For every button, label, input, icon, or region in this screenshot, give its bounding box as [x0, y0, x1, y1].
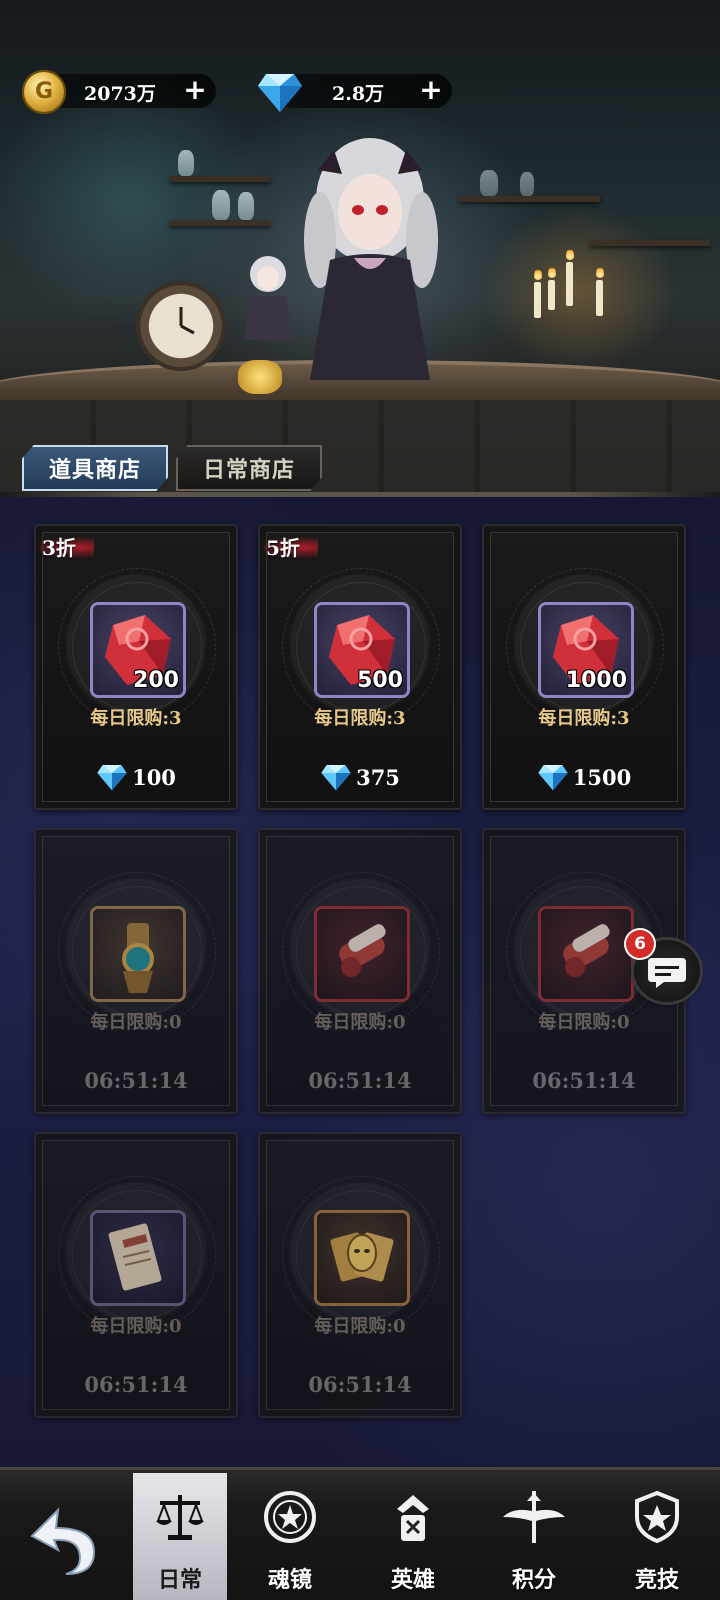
- shopkeeper-character: [304, 138, 438, 380]
- item-slot: 1000: [538, 602, 634, 698]
- refresh-timer: 06:51:14: [532, 1068, 636, 1093]
- gold-currency-bar: 2073万 +: [40, 74, 216, 108]
- price-button[interactable]: 375: [260, 760, 460, 794]
- doll-decoration: [244, 256, 292, 340]
- daily-limit: 每日限购:3: [538, 708, 630, 729]
- add-gold-button[interactable]: +: [180, 76, 210, 106]
- item-slot: [314, 906, 410, 1002]
- red-scroll-icon: [339, 924, 386, 977]
- discount-badge: 3折: [40, 532, 94, 560]
- scales-icon: [156, 1495, 204, 1540]
- clock-decoration: [140, 285, 222, 367]
- winged-sword-icon: [503, 1491, 565, 1543]
- nav-daily[interactable]: 日常: [133, 1473, 227, 1600]
- item-slot: [90, 906, 186, 1002]
- item-quantity: 500: [357, 668, 403, 693]
- item-slot: 500: [314, 602, 410, 698]
- shop-item-card[interactable]: 每日限购:0 06:51:14: [258, 828, 462, 1114]
- price-value: 100: [132, 764, 176, 790]
- tab-label: 道具商店: [48, 457, 141, 483]
- notification-badge: 6: [626, 930, 654, 958]
- gold-amount: 2073万: [84, 83, 156, 105]
- back-arrow-icon: [30, 1507, 96, 1575]
- gold-mask-cards-icon: [330, 1232, 394, 1282]
- add-gem-button[interactable]: +: [416, 76, 446, 106]
- daily-limit: 每日限购:3: [90, 708, 182, 729]
- daily-limit: 每日限购:0: [90, 1316, 182, 1337]
- shield-icon: [635, 1490, 679, 1544]
- tab-item-shop[interactable]: 道具商店: [22, 445, 168, 491]
- shop-item-card[interactable]: 每日限购:0 06:51:14: [34, 1132, 238, 1418]
- nav-heroes[interactable]: 英雄: [366, 1473, 460, 1600]
- nav-arena[interactable]: 竞技: [610, 1473, 704, 1600]
- nav-label: 英雄: [390, 1567, 435, 1593]
- back-button[interactable]: [18, 1500, 104, 1580]
- tab-label: 日常商店: [202, 457, 295, 483]
- nav-label: 魂镜: [267, 1567, 312, 1593]
- gem-amount: 2.8万: [332, 83, 385, 105]
- item-slot: [90, 1210, 186, 1306]
- blue-diamond-icon: [97, 765, 127, 791]
- shop-item-card[interactable]: 5折 500 每日限购:3 375: [258, 524, 462, 810]
- item-quantity: 200: [133, 668, 179, 693]
- shop-item-card[interactable]: 3折 200 每日限购:3 100: [34, 524, 238, 810]
- shop-item-card[interactable]: 每日限购:0 06:51:14: [258, 1132, 462, 1418]
- hero-icon: [397, 1495, 429, 1541]
- nav-soul-mirror[interactable]: 魂镜: [243, 1473, 337, 1600]
- item-slot: [314, 1210, 410, 1306]
- red-scroll-icon: [563, 924, 610, 977]
- item-slot: 200: [90, 602, 186, 698]
- price-button[interactable]: 1500: [484, 760, 684, 794]
- gold-scroll-key-icon: [122, 923, 154, 993]
- shop-item-card[interactable]: 1000 每日限购:3 1500: [482, 524, 686, 810]
- price-value: 1500: [572, 764, 632, 790]
- daily-limit: 每日限购:0: [314, 1012, 406, 1033]
- nav-points[interactable]: 积分: [487, 1473, 581, 1600]
- gold-coin-icon: G: [22, 70, 66, 114]
- price-button[interactable]: 100: [36, 760, 236, 794]
- discount-badge: 5折: [264, 532, 318, 560]
- ticket-card-icon: [108, 1223, 162, 1291]
- daily-limit: 每日限购:3: [314, 708, 406, 729]
- refresh-timer: 06:51:14: [308, 1372, 412, 1397]
- shop-item-card[interactable]: 每日限购:0 06:51:14: [34, 828, 238, 1114]
- tab-daily-shop[interactable]: 日常商店: [176, 445, 322, 491]
- star-mirror-icon: [264, 1491, 316, 1543]
- nav-label: 日常: [157, 1567, 202, 1593]
- price-value: 375: [356, 764, 400, 790]
- blue-diamond-icon: [321, 765, 351, 791]
- nav-label: 竞技: [634, 1567, 679, 1593]
- refresh-timer: 06:51:14: [84, 1372, 188, 1397]
- refresh-timer: 06:51:14: [308, 1068, 412, 1093]
- nav-label: 积分: [511, 1567, 556, 1593]
- daily-limit: 每日限购:0: [90, 1012, 182, 1033]
- item-slot: [538, 906, 634, 1002]
- item-quantity: 1000: [565, 668, 627, 693]
- daily-limit: 每日限购:0: [314, 1316, 406, 1337]
- blue-diamond-icon: [258, 74, 302, 112]
- gold-coins-decoration: [238, 360, 282, 394]
- refresh-timer: 06:51:14: [84, 1068, 188, 1093]
- daily-limit: 每日限购:0: [538, 1012, 630, 1033]
- blue-diamond-icon: [538, 765, 568, 791]
